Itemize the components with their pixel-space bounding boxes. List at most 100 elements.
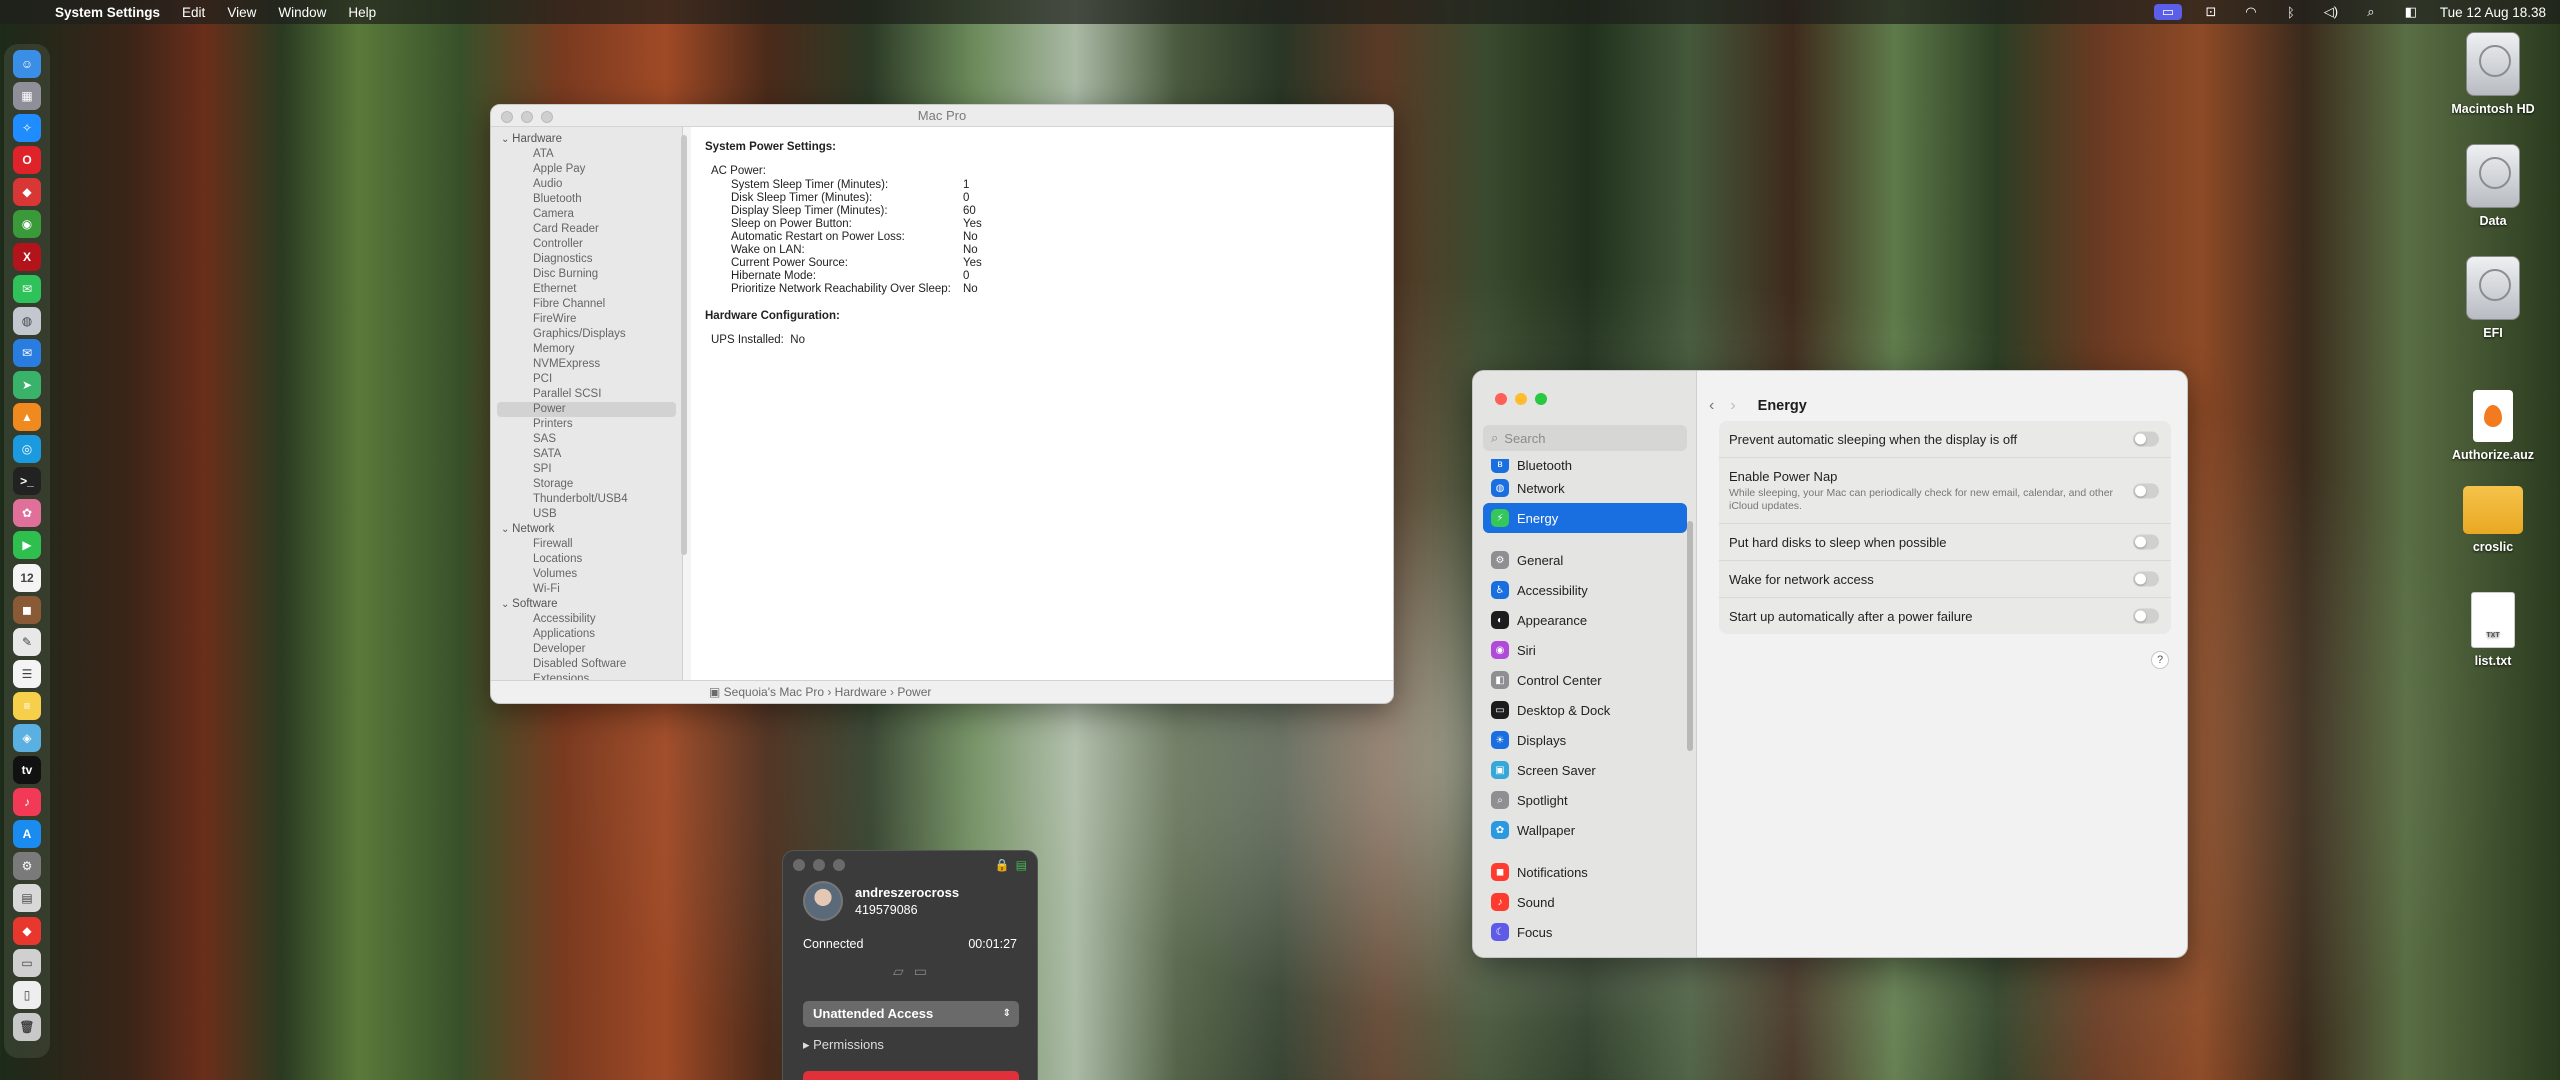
sidebar-item-sas[interactable]: SAS (491, 432, 682, 447)
volume-icon[interactable]: ◁) (2320, 4, 2342, 20)
sidebar-item-bluetooth[interactable]: ʙ Bluetooth (1483, 459, 1687, 473)
wifi-icon[interactable]: ◠ (2240, 4, 2262, 20)
sidebar-item-focus[interactable]: ☾ Focus (1483, 917, 1687, 947)
category-network[interactable]: Network (491, 522, 682, 537)
sidebar-item-siri[interactable]: ◉ Siri (1483, 635, 1687, 665)
sidebar-item-disabled-software[interactable]: Disabled Software (491, 657, 682, 672)
help-button[interactable]: ? (2151, 651, 2169, 669)
menu-window[interactable]: Window (267, 5, 337, 20)
sidebar-item-network[interactable]: ◍ Network (1483, 473, 1687, 503)
file-transfer-icon[interactable]: ▱ (893, 963, 904, 980)
desktop-item-macintosh-hd[interactable]: Macintosh HD (2433, 32, 2553, 116)
sidebar-scrollbar[interactable] (1687, 521, 1693, 751)
sidebar-item-locations[interactable]: Locations (491, 552, 682, 567)
sidebar-item-general[interactable]: ⚙ General (1483, 545, 1687, 575)
close-button[interactable] (501, 111, 513, 123)
vlc-icon[interactable]: ▲ (13, 403, 41, 432)
sidebar-item-developer[interactable]: Developer (491, 642, 682, 657)
sidebar-item-apple-pay[interactable]: Apple Pay (491, 162, 682, 177)
desktop-item-efi[interactable]: EFI (2433, 256, 2553, 340)
desktop-item-list-txt[interactable]: TXT list.txt (2433, 592, 2553, 668)
launchpad-icon[interactable]: ▦ (13, 82, 41, 111)
desktop-item-authorize[interactable]: Authorize.auz (2433, 390, 2553, 462)
sidebar-item-controller[interactable]: Controller (491, 237, 682, 252)
mail-icon[interactable]: ✉ (13, 338, 41, 367)
access-mode-select[interactable]: Unattended Access ⇕ (803, 1001, 1019, 1027)
sidebar-item-firewire[interactable]: FireWire (491, 312, 682, 327)
sidebar-item-applications[interactable]: Applications (491, 627, 682, 642)
back-button[interactable]: ‹ (1709, 397, 1714, 415)
preview-icon[interactable]: ▤ (13, 884, 41, 913)
clock[interactable]: Tue 12 Aug 18.38 (2440, 5, 2546, 20)
notes-icon[interactable]: ≡ (13, 691, 41, 720)
sidebar-item-parallel-scsi[interactable]: Parallel SCSI (491, 387, 682, 402)
sidebar-item-card-reader[interactable]: Card Reader (491, 222, 682, 237)
bluetooth-icon[interactable]: ᛒ (2280, 4, 2302, 20)
sidebar-item-pci[interactable]: PCI (491, 372, 682, 387)
sidebar-item-volumes[interactable]: Volumes (491, 567, 682, 582)
finder-icon[interactable]: ☺ (13, 50, 41, 78)
safari-icon[interactable]: ✧ (13, 114, 41, 143)
sidebar-item-accessibility[interactable]: ♿ Accessibility (1483, 575, 1687, 605)
app-blue-icon[interactable]: ◎ (13, 435, 41, 464)
zoom-button[interactable] (541, 111, 553, 123)
sidebar-item-screen-saver[interactable]: ▣ Screen Saver (1483, 755, 1687, 785)
terminal-icon[interactable]: >_ (13, 467, 41, 496)
sidebar-item-ata[interactable]: ATA (491, 147, 682, 162)
minimize-button[interactable] (521, 111, 533, 123)
tv-icon[interactable]: tv (13, 756, 41, 785)
opera-icon[interactable]: O (13, 146, 41, 175)
photos-icon[interactable]: ✿ (13, 499, 41, 528)
permissions-disclosure[interactable]: ▸ Permissions (803, 1037, 884, 1053)
sidebar-item-displays[interactable]: ☀ Displays (1483, 725, 1687, 755)
music-icon[interactable]: ♪ (13, 788, 41, 817)
zoom-button[interactable] (1535, 393, 1547, 405)
sidebar-item-nvmexpress[interactable]: NVMExpress (491, 357, 682, 372)
sidebar-item-spotlight[interactable]: ⌕ Spotlight (1483, 785, 1687, 815)
sidebar-item-thunderbolt-usb4[interactable]: Thunderbolt/USB4 (491, 492, 682, 507)
sidebar-scrollbar[interactable] (681, 135, 687, 555)
forward-button[interactable]: › (1730, 397, 1735, 415)
sidebar-item-accessibility[interactable]: Accessibility (491, 612, 682, 627)
sidebar-item-graphics-displays[interactable]: Graphics/Displays (491, 327, 682, 342)
trash-icon[interactable]: 🗑 (13, 1012, 41, 1041)
menu-view[interactable]: View (216, 5, 267, 20)
sidebar-item-camera[interactable]: Camera (491, 207, 682, 222)
close-button[interactable] (1495, 393, 1507, 405)
toggle-switch[interactable] (2133, 431, 2159, 447)
app-x-icon[interactable]: X (13, 242, 41, 271)
toggle-switch[interactable] (2133, 534, 2159, 550)
chrome-icon[interactable]: ◉ (13, 210, 41, 239)
app-store-icon[interactable]: A (13, 820, 41, 849)
facetime-icon[interactable]: ▶ (13, 531, 41, 560)
search-field[interactable]: ⌕ Search (1483, 425, 1687, 451)
sidebar-item-power[interactable]: Power (497, 402, 676, 417)
control-center-icon[interactable]: ◧ (2400, 4, 2422, 20)
toggle-switch[interactable] (2133, 483, 2159, 498)
sidebar-item-energy[interactable]: ⚡ Energy (1483, 503, 1687, 533)
app-pink-icon[interactable]: ◍ (13, 306, 41, 335)
document-icon[interactable]: ▯ (13, 980, 41, 1009)
sidebar-item-spi[interactable]: SPI (491, 462, 682, 477)
sidebar-item-sound[interactable]: ♪ Sound (1483, 887, 1687, 917)
sidebar-item-audio[interactable]: Audio (491, 177, 682, 192)
chat-icon[interactable]: ▭ (914, 963, 927, 980)
desktop-item-croslic[interactable]: croslic (2433, 480, 2553, 554)
menu-help[interactable]: Help (337, 5, 387, 20)
sidebar-item-memory[interactable]: Memory (491, 342, 682, 357)
close-button[interactable] (793, 859, 805, 871)
menu-edit[interactable]: Edit (171, 5, 216, 20)
toggle-switch[interactable] (2133, 571, 2159, 587)
app-gray-icon[interactable]: ▭ (13, 948, 41, 977)
sidebar-item-firewall[interactable]: Firewall (491, 537, 682, 552)
search-icon[interactable]: ⌕ (2360, 4, 2382, 20)
sidebar-item-disc-burning[interactable]: Disc Burning (491, 267, 682, 282)
calendar-icon[interactable]: 12 (13, 563, 41, 592)
app-menu[interactable]: System Settings (44, 5, 171, 20)
category-hardware[interactable]: Hardware (491, 132, 682, 147)
toggle-switch[interactable] (2133, 608, 2159, 624)
screen-share-icon[interactable]: ▭ (2153, 4, 2182, 20)
sidebar-item-wi-fi[interactable]: Wi-Fi (491, 582, 682, 597)
sidebar-item-usb[interactable]: USB (491, 507, 682, 522)
sidebar-item-fibre-channel[interactable]: Fibre Channel (491, 297, 682, 312)
